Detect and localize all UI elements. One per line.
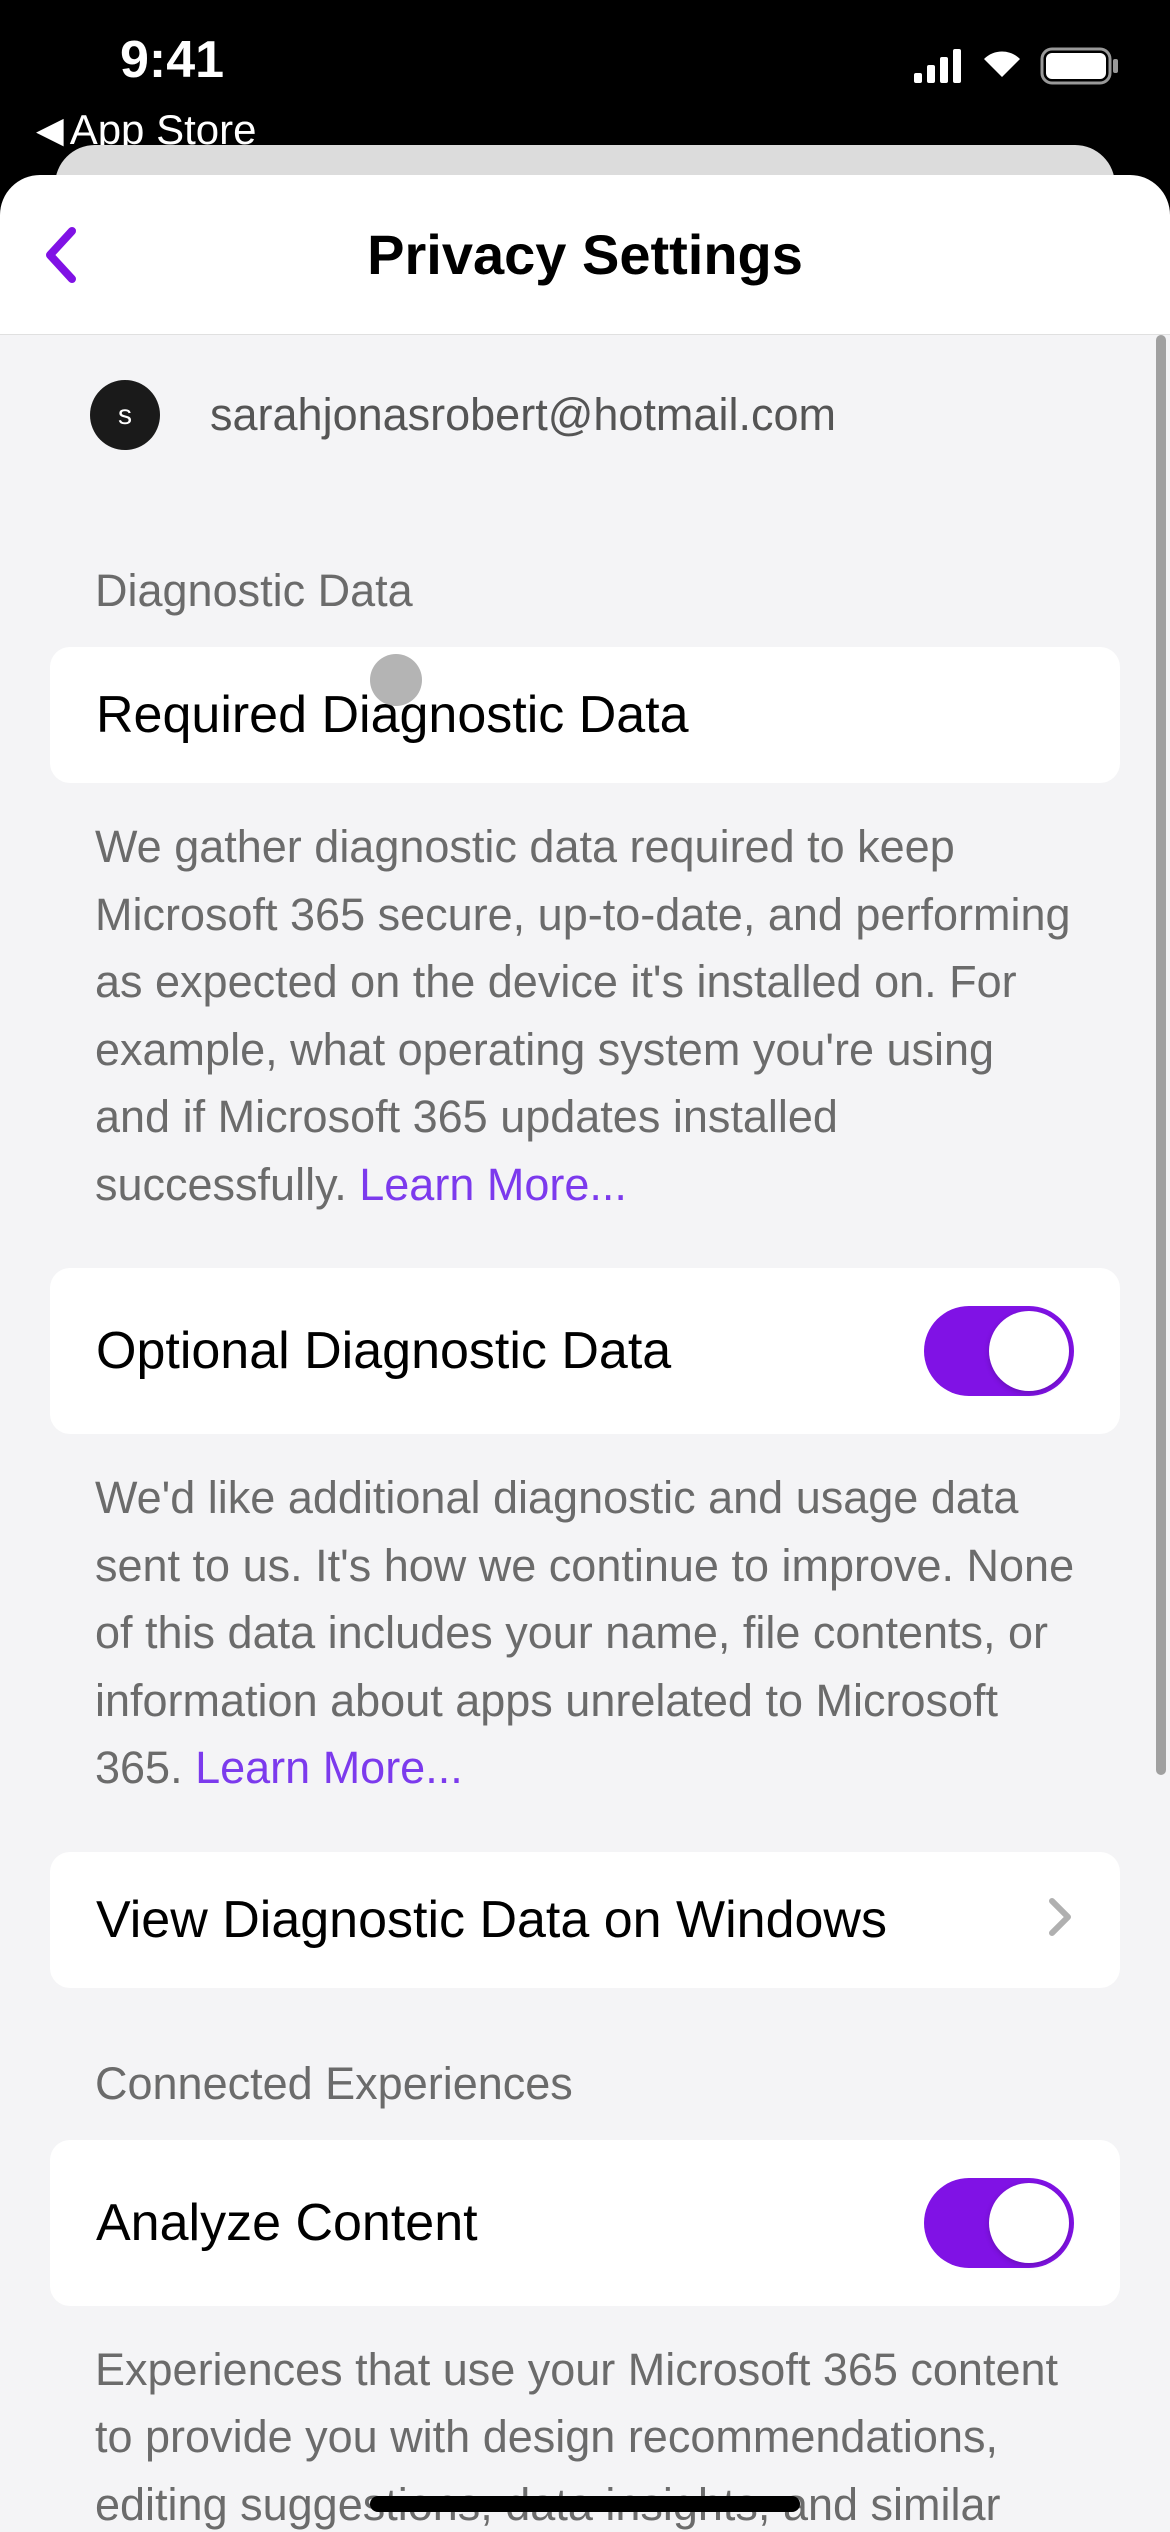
optional-diagnostic-toggle[interactable]: [924, 1306, 1074, 1396]
optional-diagnostic-description: We'd like additional diagnostic and usag…: [0, 1434, 1170, 1852]
view-diagnostic-windows-row[interactable]: View Diagnostic Data on Windows: [50, 1852, 1120, 1988]
chevron-right-icon: [1046, 1895, 1074, 1944]
toggle-knob: [989, 2183, 1069, 2263]
account-row[interactable]: s sarahjonasrobert@hotmail.com: [0, 335, 1170, 495]
view-diagnostic-windows-title: View Diagnostic Data on Windows: [96, 1890, 887, 1950]
avatar: s: [90, 380, 160, 450]
toggle-knob: [989, 1311, 1069, 1391]
learn-more-link-required[interactable]: Learn More...: [359, 1159, 627, 1210]
battery-icon: [1040, 47, 1120, 90]
section-header-connected: Connected Experiences: [0, 1988, 1170, 2140]
page-title: Privacy Settings: [0, 222, 1170, 287]
analyze-content-title: Analyze Content: [96, 2193, 478, 2253]
account-email: sarahjonasrobert@hotmail.com: [210, 389, 836, 441]
status-time: 9:41: [120, 30, 224, 90]
optional-diagnostic-row: Optional Diagnostic Data: [50, 1268, 1120, 1434]
optional-diagnostic-title: Optional Diagnostic Data: [96, 1321, 671, 1381]
nav-header: Privacy Settings: [0, 175, 1170, 335]
touch-indicator: [370, 654, 422, 706]
caret-left-icon: ◀: [36, 109, 64, 151]
analyze-content-toggle[interactable]: [924, 2178, 1074, 2268]
analyze-content-row: Analyze Content: [50, 2140, 1120, 2306]
status-icons: [914, 47, 1120, 90]
section-header-diagnostic: Diagnostic Data: [0, 495, 1170, 647]
required-diagnostic-row[interactable]: Required Diagnostic Data: [50, 647, 1120, 783]
chevron-left-icon: [40, 225, 80, 285]
wifi-icon: [978, 49, 1026, 88]
status-bar: 9:41: [0, 0, 1170, 100]
home-indicator[interactable]: [370, 2496, 800, 2512]
required-diagnostic-description: We gather diagnostic data required to ke…: [0, 783, 1170, 1268]
learn-more-link-optional[interactable]: Learn More...: [195, 1742, 463, 1793]
scrollbar[interactable]: [1156, 335, 1166, 1775]
content-scroll[interactable]: s sarahjonasrobert@hotmail.com Diagnosti…: [0, 335, 1170, 2532]
settings-sheet: Privacy Settings s sarahjonasrobert@hotm…: [0, 175, 1170, 2532]
cellular-signal-icon: [914, 49, 964, 88]
back-button[interactable]: [30, 225, 90, 285]
